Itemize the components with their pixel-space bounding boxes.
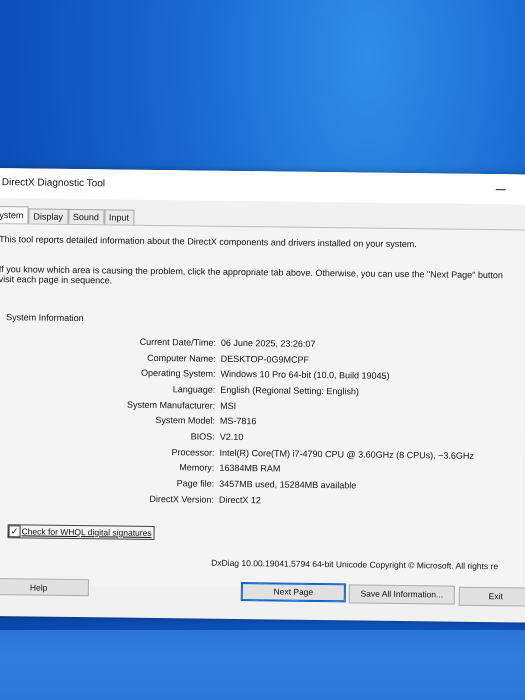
next-page-button[interactable]: Next Page	[240, 582, 346, 603]
whql-checkbox[interactable]: ✓ Check for WHQL digital signatures	[7, 524, 155, 540]
whql-checkbox-label[interactable]: Check for WHQL digital signatures	[22, 526, 152, 538]
help-button[interactable]: Help	[0, 578, 89, 597]
tab-strip: ystem Display Sound Input	[0, 205, 135, 226]
info-value: DirectX 12	[218, 494, 262, 506]
intro-text: This tool reports detailed information a…	[0, 234, 417, 250]
dxdiag-window: DirectX Diagnostic Tool ystem Display So…	[0, 168, 525, 623]
tab-system[interactable]: ystem	[0, 205, 29, 225]
hint-text: If you know which area is causing the pr…	[0, 264, 525, 290]
checkbox-check-icon[interactable]: ✓	[8, 525, 21, 538]
save-all-information-button[interactable]: Save All Information...	[348, 584, 455, 605]
info-label: DirectX Version:	[149, 493, 215, 505]
exit-button[interactable]: Exit	[458, 586, 525, 607]
system-info-table: Current Date/Time: 06 June 2025, 23:26:0…	[0, 332, 475, 510]
window-title: DirectX Diagnostic Tool	[1, 177, 106, 190]
tab-display[interactable]: Display	[28, 208, 69, 225]
system-tab-panel: This tool reports detailed information a…	[0, 222, 525, 591]
title-bar[interactable]: DirectX Diagnostic Tool	[0, 168, 525, 205]
desktop-lower-area	[0, 630, 525, 700]
tab-input[interactable]: Input	[103, 209, 135, 226]
section-title: System Information	[6, 312, 84, 324]
desktop-background: DirectX Diagnostic Tool ystem Display So…	[0, 0, 525, 700]
tab-sound[interactable]: Sound	[67, 208, 105, 226]
minimize-button[interactable]	[491, 178, 511, 198]
